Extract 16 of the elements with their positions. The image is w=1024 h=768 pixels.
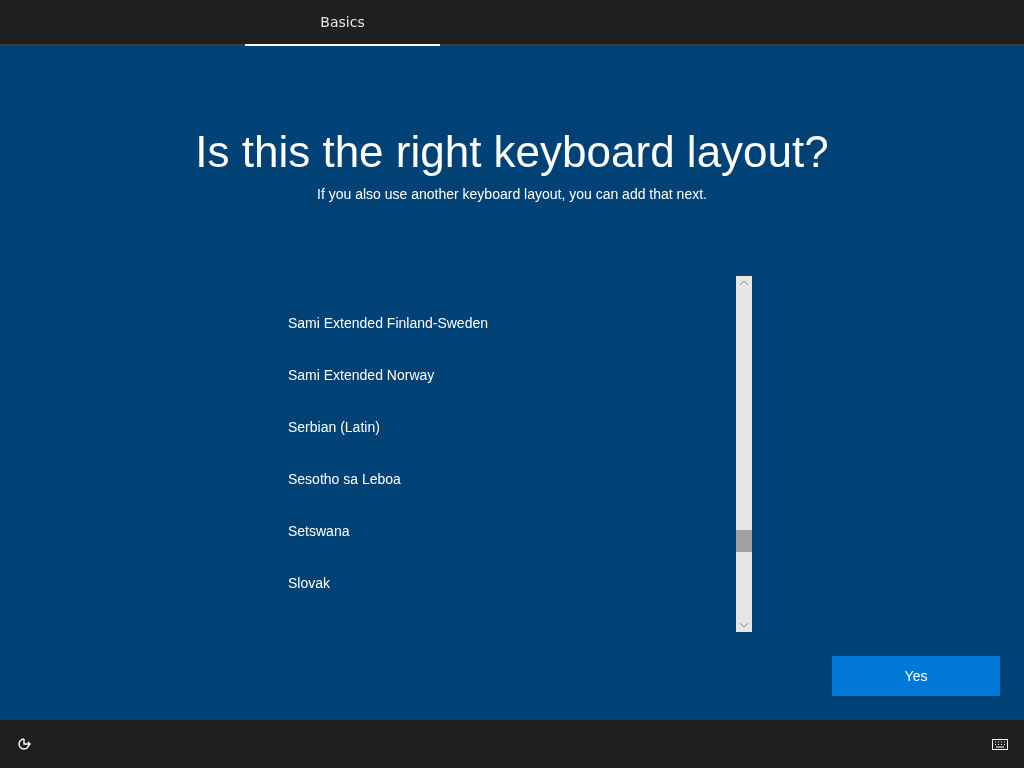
scroll-down-icon[interactable] xyxy=(739,622,749,628)
layout-item[interactable]: Sesotho sa Leboa xyxy=(288,453,736,505)
layout-item[interactable]: Setswana xyxy=(288,505,736,557)
page-title: Is this the right keyboard layout? xyxy=(195,126,829,178)
scroll-up-icon[interactable] xyxy=(739,280,749,286)
subtitle: If you also use another keyboard layout, you can add that next. xyxy=(317,185,707,204)
layout-item[interactable]: Slovak xyxy=(288,557,736,609)
tab[interactable]: Basics xyxy=(245,0,440,46)
keyboard-icon[interactable] xyxy=(992,738,1008,750)
yes-button[interactable]: Yes xyxy=(832,656,1000,696)
scrollbar[interactable] xyxy=(736,276,752,632)
layout-item[interactable]: Sami Extended Finland-Sweden xyxy=(288,297,736,349)
accessibility-icon[interactable] xyxy=(16,736,32,752)
layout-item[interactable]: Serbian (Latin) xyxy=(288,401,736,453)
scroll-thumb[interactable] xyxy=(736,530,752,552)
layout-item[interactable]: Sami Extended Norway xyxy=(288,349,736,401)
